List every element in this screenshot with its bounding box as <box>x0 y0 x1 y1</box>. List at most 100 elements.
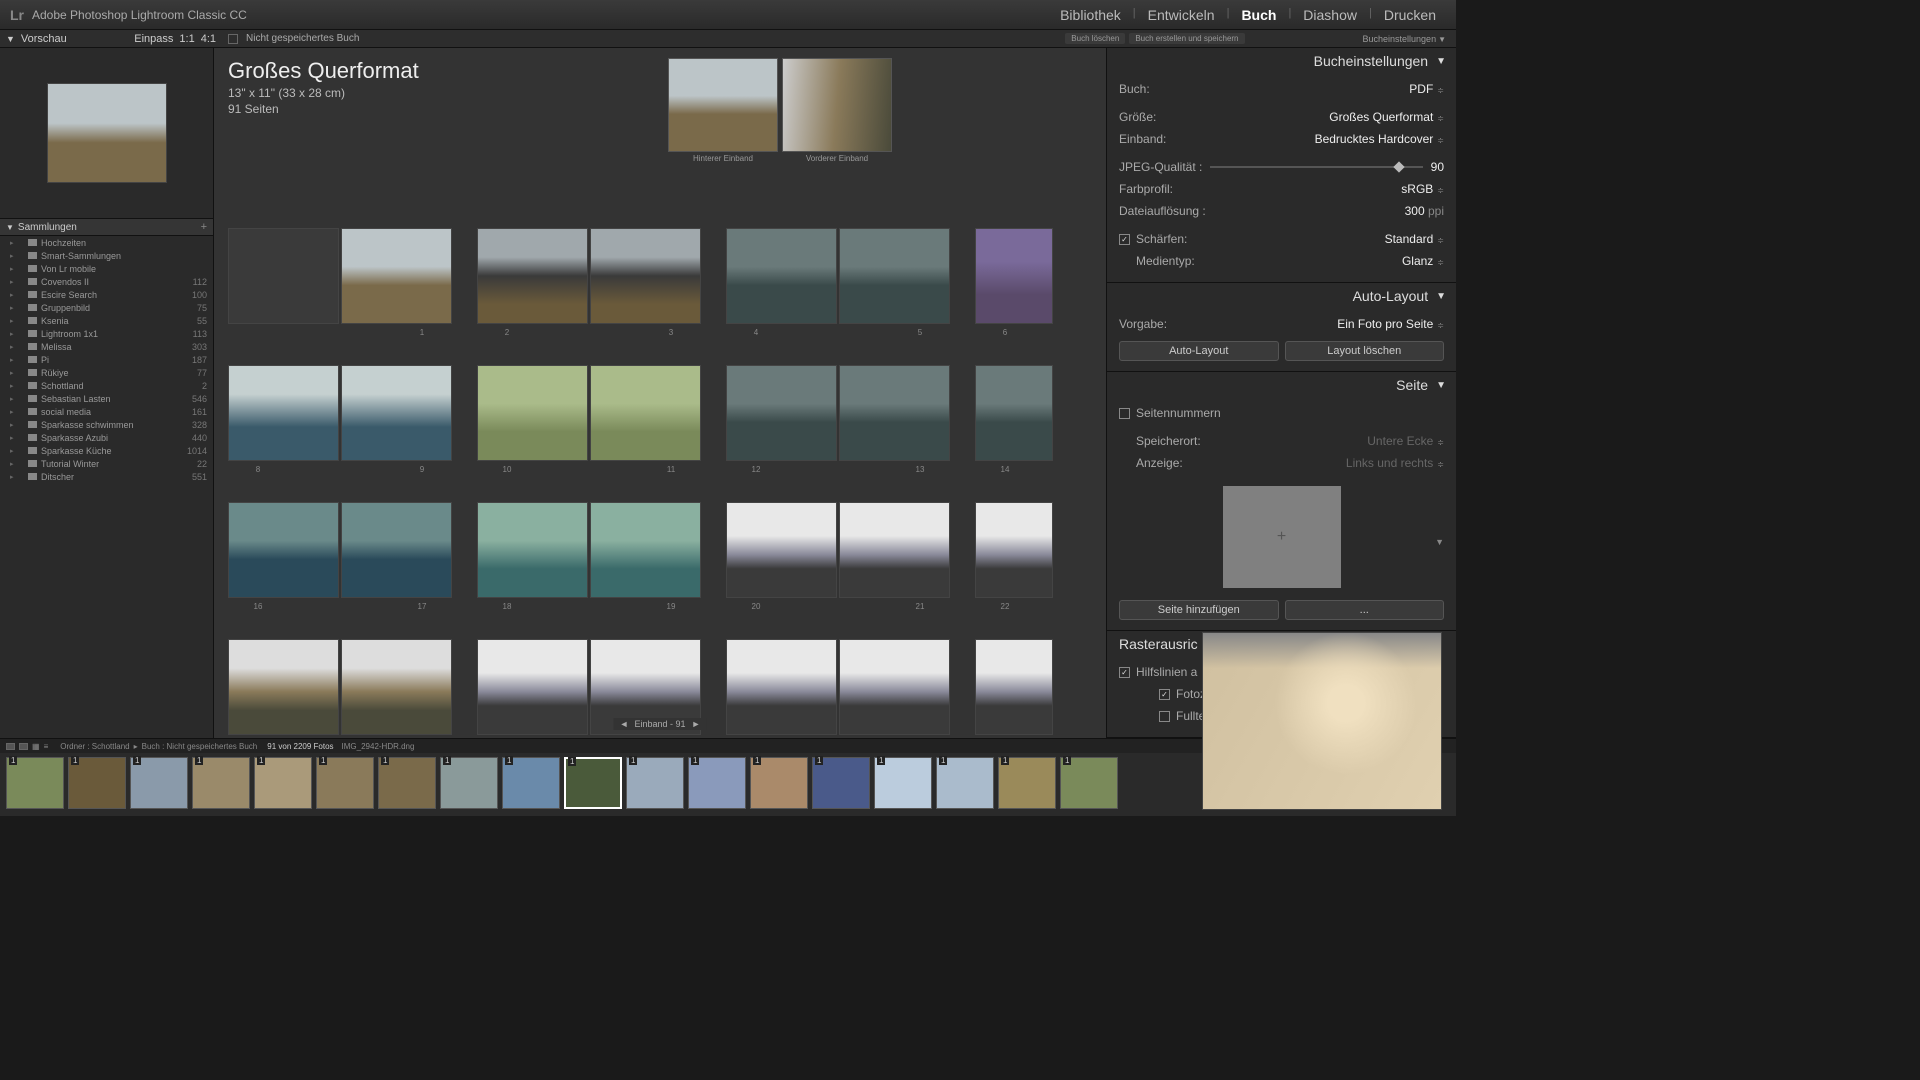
filmstrip-thumb[interactable]: 1 <box>130 757 188 809</box>
page-thumb[interactable] <box>975 365 1053 461</box>
filmstrip-thumb[interactable]: 1 <box>1060 757 1118 809</box>
collection-item[interactable]: Ditscher551 <box>0 470 213 483</box>
page-thumb[interactable] <box>228 502 339 598</box>
back-cover-thumb[interactable] <box>668 58 778 152</box>
filmstrip-thumb[interactable]: 1 <box>936 757 994 809</box>
filmstrip-thumb[interactable]: 1 <box>998 757 1056 809</box>
page-thumb[interactable] <box>341 365 452 461</box>
page-thumb[interactable] <box>228 365 339 461</box>
next-page-icon[interactable]: ► <box>692 719 701 729</box>
preset-value[interactable]: Ein Foto pro Seite≑ <box>1337 317 1444 331</box>
add-page-button[interactable]: Seite hinzufügen <box>1119 600 1279 620</box>
chevron-down-icon[interactable]: ▼ <box>6 34 15 44</box>
color-profile-value[interactable]: sRGB≑ <box>1401 182 1444 196</box>
module-library[interactable]: Bibliothek <box>1050 7 1131 23</box>
jpeg-quality-slider[interactable] <box>1210 166 1422 168</box>
collection-item[interactable]: Ksenia55 <box>0 314 213 327</box>
collection-item[interactable]: Tutorial Winter22 <box>0 457 213 470</box>
collection-item[interactable]: Rükiye77 <box>0 366 213 379</box>
size-value[interactable]: Großes Querformat≑ <box>1329 110 1444 124</box>
collection-item[interactable]: Gruppenbild75 <box>0 301 213 314</box>
collection-item[interactable]: social media161 <box>0 405 213 418</box>
collection-item[interactable]: Sparkasse Küche1014 <box>0 444 213 457</box>
page-thumb[interactable] <box>341 639 452 735</box>
filmstrip-thumb[interactable]: 1 <box>316 757 374 809</box>
save-book-button[interactable]: Buch erstellen und speichern <box>1129 33 1244 44</box>
collections-header[interactable]: ▼ Sammlungen + <box>0 218 213 236</box>
preview-thumbnail[interactable] <box>47 83 167 183</box>
page-navigator[interactable]: ◄ Einband - 91 ► <box>614 718 707 730</box>
page-thumb[interactable] <box>975 502 1053 598</box>
book-settings-dropdown[interactable]: Bucheinstellungen▼ <box>1359 34 1450 44</box>
filmstrip-thumb[interactable]: 1 <box>68 757 126 809</box>
prev-page-icon[interactable]: ◄ <box>620 719 629 729</box>
collection-item[interactable]: Smart-Sammlungen <box>0 249 213 262</box>
page-thumb[interactable] <box>477 502 588 598</box>
layout-dropdown-icon[interactable]: ▼ <box>1435 537 1444 547</box>
page-thumb[interactable] <box>726 365 837 461</box>
page-numbers-checkbox[interactable] <box>1119 408 1130 419</box>
page-layout-preview[interactable]: + <box>1223 486 1341 588</box>
filmstrip-thumb[interactable]: 1 <box>254 757 312 809</box>
page-thumb[interactable] <box>228 639 339 735</box>
resolution-value[interactable]: 300 ppi <box>1405 204 1444 218</box>
collection-item[interactable]: Lightroom 1x1113 <box>0 327 213 340</box>
ratio-4-1[interactable]: 4:1 <box>201 33 216 45</box>
page-thumb[interactable] <box>726 639 837 735</box>
page-thumb[interactable] <box>975 228 1053 324</box>
front-cover-thumb[interactable] <box>782 58 892 152</box>
fulltext-checkbox[interactable] <box>1159 711 1170 722</box>
collection-item[interactable]: Hochzeiten <box>0 236 213 249</box>
page-thumb[interactable] <box>590 502 701 598</box>
module-book[interactable]: Buch <box>1231 7 1286 23</box>
page-thumb[interactable] <box>839 365 950 461</box>
jpeg-quality-value[interactable]: 90 <box>1431 160 1444 174</box>
grid-icon[interactable]: ▦ <box>32 742 40 751</box>
filmstrip-thumb[interactable]: 1 <box>688 757 746 809</box>
collection-item[interactable]: Melissa303 <box>0 340 213 353</box>
module-slideshow[interactable]: Diashow <box>1293 7 1367 23</box>
page-thumb[interactable] <box>341 228 452 324</box>
collection-item[interactable]: Schottland2 <box>0 379 213 392</box>
page-thumb[interactable] <box>477 365 588 461</box>
collection-item[interactable]: Von Lr mobile <box>0 262 213 275</box>
collection-item[interactable]: Covendos II112 <box>0 275 213 288</box>
breadcrumb-book[interactable]: Buch : Nicht gespeichertes Buch <box>142 742 258 751</box>
collection-item[interactable]: Pi187 <box>0 353 213 366</box>
fit-label[interactable]: Einpass <box>134 33 173 45</box>
page-thumb[interactable] <box>839 639 950 735</box>
collection-item[interactable]: Sparkasse Azubi440 <box>0 431 213 444</box>
cover-value[interactable]: Bedrucktes Hardcover≑ <box>1315 132 1444 146</box>
breadcrumb-folder[interactable]: Ordner : Schottland <box>60 742 129 751</box>
filmstrip-thumb[interactable]: 1 <box>874 757 932 809</box>
monitor-icon[interactable] <box>6 743 15 750</box>
page-thumb[interactable] <box>975 639 1053 735</box>
module-print[interactable]: Drucken <box>1374 7 1446 23</box>
book-settings-header[interactable]: Bucheinstellungen▼ <box>1107 48 1456 74</box>
page-thumb[interactable] <box>590 365 701 461</box>
page-thumb[interactable] <box>477 228 588 324</box>
auto-layout-header[interactable]: Auto-Layout▼ <box>1107 283 1456 309</box>
filmstrip-thumb[interactable]: 1 <box>750 757 808 809</box>
page-thumb[interactable] <box>726 502 837 598</box>
auto-layout-button[interactable]: Auto-Layout <box>1119 341 1279 361</box>
filmstrip-thumb[interactable]: 1 <box>812 757 870 809</box>
monitor2-icon[interactable] <box>19 743 28 750</box>
filmstrip-thumb[interactable]: 1 <box>192 757 250 809</box>
filmstrip-thumb[interactable]: 1 <box>502 757 560 809</box>
add-collection-icon[interactable]: + <box>201 221 207 233</box>
filmstrip-thumb[interactable]: 1 <box>6 757 64 809</box>
cells-checkbox[interactable] <box>1159 689 1170 700</box>
filmstrip-thumb[interactable]: 1 <box>626 757 684 809</box>
page-blank[interactable] <box>228 228 339 324</box>
filmstrip-thumb[interactable]: 1 <box>378 757 436 809</box>
media-type-value[interactable]: Glanz≑ <box>1402 254 1444 268</box>
clear-book-button[interactable]: Buch löschen <box>1065 33 1125 44</box>
ratio-1-1[interactable]: 1:1 <box>179 33 194 45</box>
clear-layout-button[interactable]: Layout löschen <box>1285 341 1445 361</box>
page-thumb[interactable] <box>839 502 950 598</box>
sort-icon[interactable]: ≡ <box>44 742 49 751</box>
page-thumb[interactable] <box>726 228 837 324</box>
sharpen-checkbox[interactable] <box>1119 234 1130 245</box>
add-page-button-2[interactable]: ... <box>1285 600 1445 620</box>
